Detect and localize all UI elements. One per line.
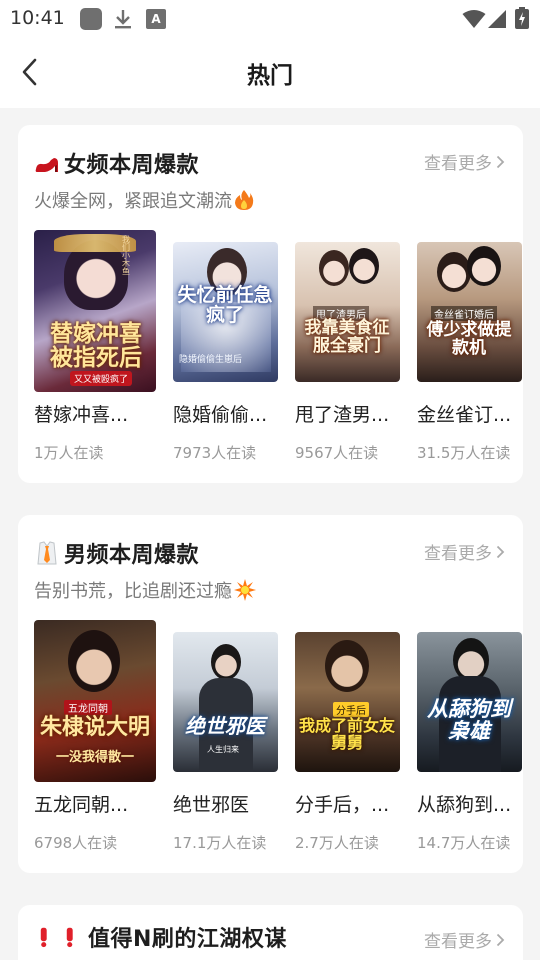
see-more-label: 查看更多 — [424, 544, 492, 564]
book-title: 绝世邪医 — [173, 794, 250, 816]
battery-icon — [515, 7, 529, 29]
book-readers: 14.7万人在读 — [417, 834, 511, 852]
high-heel-icon — [35, 158, 58, 172]
book-title: 甩了渣男... — [295, 404, 390, 426]
book-readers: 7973人在读 — [173, 444, 257, 462]
shirt-tie-icon — [37, 541, 57, 565]
chevron-right-icon — [496, 155, 505, 168]
book-title: 金丝雀订... — [417, 404, 512, 426]
exclamation-icon — [40, 927, 47, 948]
chevron-right-icon — [496, 933, 505, 946]
book-cover: 甩了渣男后 我靠美食征服全豪门 — [295, 242, 400, 382]
section-subtitle: 火爆全网，紧跟追文潮流 — [34, 187, 254, 213]
section-header: 男频本周爆款 — [34, 537, 199, 569]
book-readers: 1万人在读 — [34, 444, 104, 462]
section-header: 值得N刷的江湖权谋 — [34, 921, 287, 953]
section-female-weekly-hits: 女频本周爆款 查看更多 火爆全网，紧跟追文潮流 替嫁冲喜被指死后 又又被殴疯了 … — [18, 125, 523, 483]
chevron-right-icon — [496, 545, 505, 558]
signal-icon — [488, 10, 506, 28]
see-more-label: 查看更多 — [424, 932, 492, 952]
book-cover: 五龙同朝 朱棣说大明 一没我得散一 — [34, 620, 156, 782]
book-title: 五龙同朝... — [34, 794, 129, 816]
book-readers: 17.1万人在读 — [173, 834, 267, 852]
book-cover: 从舔狗到枭雄 — [417, 632, 522, 772]
status-time: 10:41 — [10, 7, 65, 29]
book-cover: 替嫁冲喜被指死后 又又被殴疯了 我们小木鱼 — [34, 230, 156, 392]
book-title: 替嫁冲喜... — [34, 404, 129, 426]
section-title: 值得N刷的江湖权谋 — [88, 927, 287, 952]
book-readers: 2.7万人在读 — [295, 834, 379, 852]
title-bar: 热门 — [0, 36, 540, 108]
book-title: 隐婚偷偷... — [173, 404, 268, 426]
status-bar: 10:41 A — [0, 0, 540, 36]
section-title: 男频本周爆款 — [64, 543, 200, 568]
see-more-link[interactable]: 查看更多 — [424, 539, 505, 564]
book-cover: 失忆前任急疯了 隐婚偷偷生崽后 — [173, 242, 278, 382]
book-readers: 9567人在读 — [295, 444, 379, 462]
book-title: 分手后，... — [295, 794, 390, 816]
book-cover: 分手后 我成了前女友舅舅 — [295, 632, 400, 772]
section-jianghu-intrigue: 值得N刷的江湖权谋 查看更多 — [18, 905, 523, 960]
see-more-label: 查看更多 — [424, 154, 492, 174]
section-header: 女频本周爆款 — [34, 147, 199, 179]
notification-app-icon — [80, 8, 102, 30]
see-more-link[interactable]: 查看更多 — [424, 149, 505, 174]
book-cover: 绝世邪医 人生归来 — [173, 632, 278, 772]
wifi-icon — [462, 10, 486, 28]
section-subtitle: 告别书荒，比追剧还过瘾 — [34, 577, 256, 603]
book-readers: 6798人在读 — [34, 834, 118, 852]
page-title: 热门 — [247, 63, 293, 89]
notification-a-icon: A — [146, 9, 166, 29]
book-readers: 31.5万人在读 — [417, 444, 511, 462]
section-male-weekly-hits: 男频本周爆款 查看更多 告别书荒，比追剧还过瘾 五龙同朝 朱棣说大明 一没我得散… — [18, 515, 523, 873]
book-title: 从舔狗到... — [417, 794, 512, 816]
book-cover: 金丝雀订婚后 傅少求做提款机 — [417, 242, 522, 382]
see-more-link[interactable]: 查看更多 — [424, 927, 505, 952]
section-title: 女频本周爆款 — [64, 153, 200, 178]
explosion-icon — [234, 579, 256, 601]
fire-icon — [235, 190, 254, 210]
exclamation-icon — [66, 927, 73, 948]
download-icon — [115, 10, 131, 29]
